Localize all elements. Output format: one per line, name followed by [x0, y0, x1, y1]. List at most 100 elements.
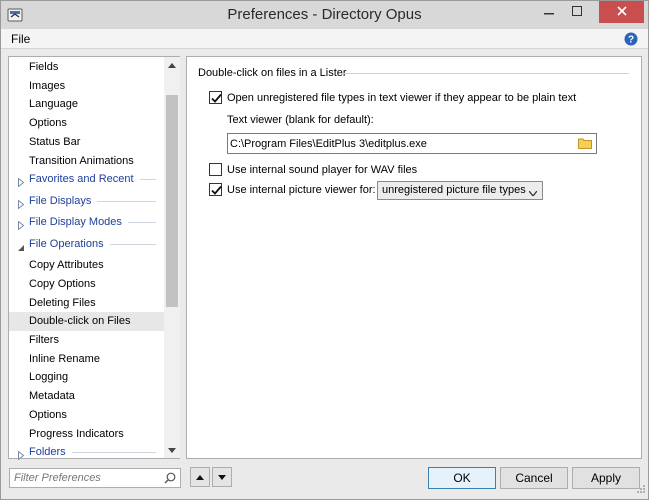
filter-preferences-input[interactable]	[14, 471, 154, 485]
tree-group-file-operations[interactable]: File Operations	[9, 235, 164, 254]
sound-player-label[interactable]: Use internal sound player for WAV files	[227, 164, 417, 176]
triangle-up-icon	[196, 471, 204, 483]
tree-item-deleting-files[interactable]: Deleting Files	[9, 294, 164, 313]
tree-item-status-bar[interactable]: Status Bar	[9, 133, 164, 152]
collapsed-arrow-icon[interactable]	[17, 175, 25, 188]
scroll-up-arrow[interactable]	[164, 57, 180, 73]
maximize-icon	[572, 5, 582, 19]
tree-item-label: Favorites and Recent	[29, 173, 134, 186]
tree-item-label: Metadata	[29, 390, 75, 403]
chevron-down-icon	[168, 444, 176, 456]
section-title: Double-click on files in a Lister	[198, 67, 347, 79]
search-icon[interactable]	[164, 472, 176, 487]
scroll-thumb[interactable]	[166, 95, 178, 307]
preferences-window: Preferences - Directory Opus File ? Fiel…	[0, 0, 649, 500]
cancel-button[interactable]: Cancel	[500, 467, 568, 489]
collapsed-arrow-icon[interactable]	[17, 448, 25, 461]
scroll-down-arrow[interactable]	[164, 442, 180, 458]
tree-item-copy-options[interactable]: Copy Options	[9, 275, 164, 294]
expanded-arrow-icon[interactable]	[17, 240, 25, 251]
text-viewer-label: Text viewer (blank for default):	[227, 114, 374, 126]
tree-group-file-display-modes[interactable]: File Display Modes	[9, 213, 164, 232]
tree-item-label: Copy Attributes	[29, 259, 104, 272]
checkmark-icon	[211, 185, 222, 195]
tree-item-label: Double-click on Files	[29, 315, 131, 328]
tree-item-options[interactable]: Options	[9, 114, 164, 133]
minimize-button[interactable]	[535, 1, 563, 23]
group-divider	[110, 243, 156, 245]
svg-text:?: ?	[628, 35, 634, 46]
tree-item-label: Options	[29, 408, 67, 421]
tree-item-options[interactable]: Options	[9, 406, 164, 425]
tree-item-label: Options	[29, 117, 67, 130]
group-divider	[72, 452, 156, 454]
tree-scrollbar[interactable]	[164, 57, 180, 458]
tree-item-label: Status Bar	[29, 135, 81, 148]
tree-item-label: Deleting Files	[29, 296, 96, 309]
open-unregistered-label[interactable]: Open unregistered file types in text vie…	[227, 92, 576, 104]
group-divider	[140, 179, 156, 181]
apply-button[interactable]: Apply	[572, 467, 640, 489]
maximize-button[interactable]	[563, 1, 591, 23]
tree-item-metadata[interactable]: Metadata	[9, 387, 164, 406]
tree-item-label: File Operations	[29, 237, 104, 250]
picture-viewer-checkbox[interactable]	[209, 183, 222, 196]
minimize-icon	[544, 6, 554, 19]
tree-item-label: File Displays	[29, 194, 92, 207]
tree-item-transition-animations[interactable]: Transition Animations	[9, 152, 164, 171]
menu-file[interactable]: File	[11, 32, 30, 46]
sound-player-checkbox[interactable]	[209, 163, 222, 176]
tree-item-label: Progress Indicators	[29, 427, 124, 440]
tree-item-label: Copy Options	[29, 277, 96, 290]
picture-viewer-label[interactable]: Use internal picture viewer for:	[227, 184, 376, 196]
picture-viewer-select[interactable]: unregistered picture file types	[377, 181, 543, 200]
section-divider	[340, 73, 629, 74]
tree-item-label: Filters	[29, 334, 59, 346]
tree-item-label: Folders	[29, 446, 66, 459]
tree-group-folders[interactable]: Folders	[9, 443, 164, 462]
resize-grip-icon[interactable]	[636, 484, 646, 497]
help-icon[interactable]: ?	[624, 32, 638, 46]
tree-item-double-click-on-files[interactable]: Double-click on Files	[9, 312, 164, 332]
group-divider	[97, 200, 156, 202]
settings-panel: Double-click on files in a Lister Open u…	[186, 56, 642, 459]
open-unregistered-checkbox[interactable]	[209, 91, 222, 104]
tree-item-inline-rename[interactable]: Inline Rename	[9, 350, 164, 369]
close-button[interactable]	[599, 1, 644, 23]
text-viewer-input[interactable]	[230, 136, 570, 151]
tree-item-label: Language	[29, 98, 78, 111]
title-bar[interactable]: Preferences - Directory Opus	[1, 1, 648, 29]
filter-preferences-box[interactable]	[9, 468, 181, 488]
move-up-button[interactable]	[190, 467, 210, 487]
tree-item-label: Inline Rename	[29, 352, 100, 365]
tree-item-progress-indicators[interactable]: Progress Indicators	[9, 425, 164, 444]
picture-viewer-selected-value: unregistered picture file types	[382, 184, 526, 196]
folder-icon[interactable]	[578, 137, 592, 149]
close-icon	[616, 5, 627, 19]
collapsed-arrow-icon[interactable]	[17, 218, 25, 231]
text-viewer-field[interactable]	[227, 133, 597, 154]
chevron-up-icon	[168, 59, 176, 71]
tree-item-label: File Display Modes	[29, 216, 122, 229]
tree-item-label: Fields	[29, 61, 59, 73]
group-divider	[128, 222, 156, 224]
ok-button[interactable]: OK	[428, 467, 496, 489]
tree-group-favorites-and-recent[interactable]: Favorites and Recent	[9, 170, 164, 189]
tree-item-filters[interactable]: Filters	[9, 331, 164, 350]
tree-item-images[interactable]: Images	[9, 77, 164, 96]
tree-item-label: Logging	[29, 371, 69, 384]
tree-item-fields[interactable]: Fields	[9, 58, 164, 77]
menu-bar: File ?	[1, 29, 648, 49]
tree-item-copy-attributes[interactable]: Copy Attributes	[9, 256, 164, 275]
tree-item-language[interactable]: Language	[9, 95, 164, 114]
checkmark-icon	[211, 93, 222, 103]
chevron-down-icon	[528, 187, 538, 199]
preferences-tree[interactable]: Fields Images Language Options Status Bar Tra…	[8, 56, 180, 462]
collapsed-arrow-icon[interactable]	[17, 197, 25, 210]
tree-item-label: Images	[29, 79, 66, 92]
tree-item-logging[interactable]: Logging	[9, 368, 164, 387]
tree-group-file-displays[interactable]: File Displays	[9, 192, 164, 211]
move-down-button[interactable]	[212, 467, 232, 487]
triangle-down-icon	[218, 471, 226, 483]
tree-item-label: Transition Animations	[29, 154, 134, 167]
